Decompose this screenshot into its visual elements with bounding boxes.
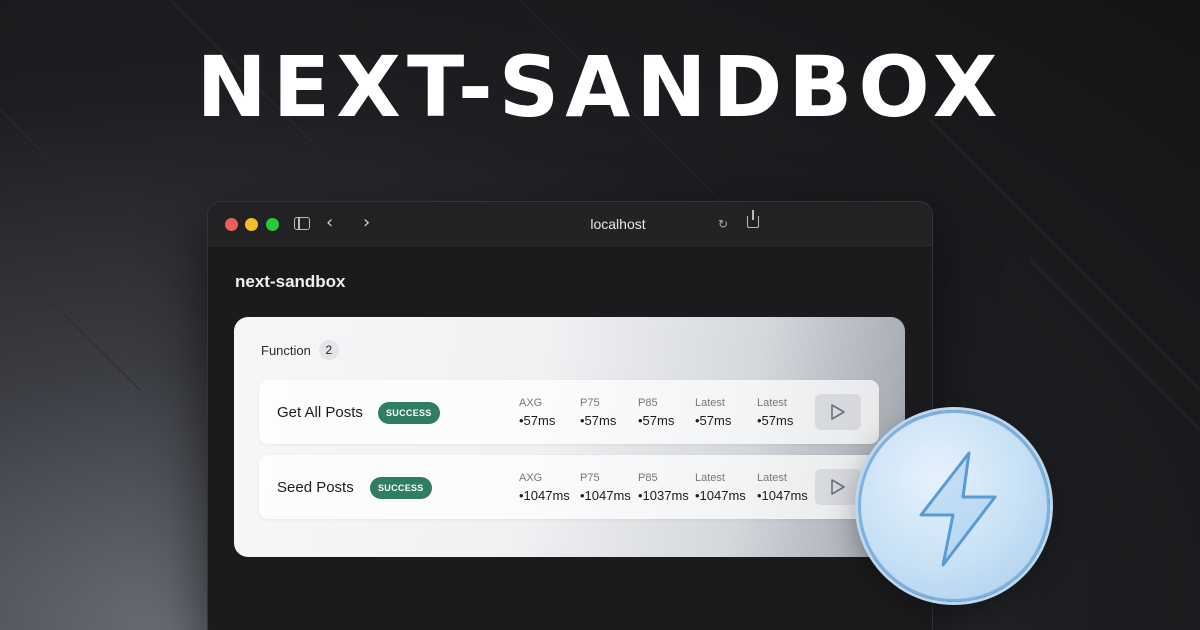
metric-p75: P75 •1047ms (580, 472, 631, 503)
metric-p85: P85 •57ms (638, 397, 674, 428)
metric-value: •1047ms (695, 488, 746, 503)
play-icon (831, 479, 845, 495)
status-badge: SUCCESS (378, 402, 440, 424)
metric-label: Latest (695, 397, 725, 409)
metric-label: Latest (695, 472, 725, 484)
forward-button[interactable]: › (363, 212, 370, 233)
back-button[interactable]: ‹ (326, 212, 333, 233)
metric-value: •1047ms (757, 488, 808, 503)
browser-window: ‹ › localhost ↻ next-sandbox Function 2 … (207, 201, 933, 630)
run-function-button[interactable] (815, 394, 861, 430)
metric-p75: P75 •57ms (580, 397, 616, 428)
function-name: Seed Posts (277, 479, 354, 496)
metric-label: AXG (519, 472, 543, 484)
metric-axg: AXG •57ms (519, 397, 555, 428)
metric-axg: AXG •1047ms (519, 472, 570, 503)
function-row[interactable]: Seed Posts SUCCESS AXG •1047ms P75 •1047… (259, 455, 879, 519)
metric-latest: Latest •57ms (695, 397, 731, 428)
function-row[interactable]: Get All Posts SUCCESS AXG •57ms P75 •57m… (259, 380, 879, 444)
address-bar[interactable]: localhost ↻ (500, 211, 736, 237)
sidebar-toggle-icon[interactable] (294, 217, 310, 230)
metric-label: P75 (580, 397, 600, 409)
metric-label: Latest (757, 397, 787, 409)
metric-latest: Latest •1047ms (695, 472, 746, 503)
reload-icon[interactable]: ↻ (718, 211, 728, 237)
metric-value: •57ms (695, 413, 732, 428)
metric-label: P85 (638, 472, 658, 484)
run-function-button[interactable] (815, 469, 861, 505)
metric-label: P85 (638, 397, 658, 409)
functions-card: Function 2 Get All Posts SUCCESS AXG •57… (234, 317, 905, 557)
section-label: Function (261, 342, 311, 358)
lightning-bolt-icon (919, 451, 997, 567)
function-count-badge: 2 (318, 340, 339, 360)
metric-label: P75 (580, 472, 600, 484)
metric-value: •57ms (757, 413, 794, 428)
metric-latest: Latest •57ms (757, 397, 793, 428)
function-name: Get All Posts (277, 404, 363, 421)
maximize-window-button[interactable] (266, 218, 279, 231)
metric-value: •57ms (638, 413, 675, 428)
play-icon (831, 404, 845, 420)
metric-value: •1047ms (580, 488, 631, 503)
metric-label: Latest (757, 472, 787, 484)
metric-value: •1047ms (519, 488, 570, 503)
metric-value: •57ms (580, 413, 617, 428)
url-text: localhost (590, 216, 646, 232)
metric-label: AXG (519, 397, 543, 409)
metric-p85: P85 •1037ms (638, 472, 689, 503)
site-title: next-sandbox (235, 272, 346, 291)
status-badge: SUCCESS (370, 477, 432, 499)
close-window-button[interactable] (225, 218, 238, 231)
metric-value: •1037ms (638, 488, 689, 503)
hero-title: NEXT-SANDBOX (196, 38, 1004, 136)
browser-titlebar: ‹ › localhost ↻ (208, 202, 932, 246)
functions-header: Function 2 (261, 340, 339, 360)
minimize-window-button[interactable] (245, 218, 258, 231)
lightning-badge (858, 410, 1050, 602)
metric-latest: Latest •1047ms (757, 472, 808, 503)
metric-value: •57ms (519, 413, 556, 428)
share-icon[interactable] (747, 210, 759, 228)
